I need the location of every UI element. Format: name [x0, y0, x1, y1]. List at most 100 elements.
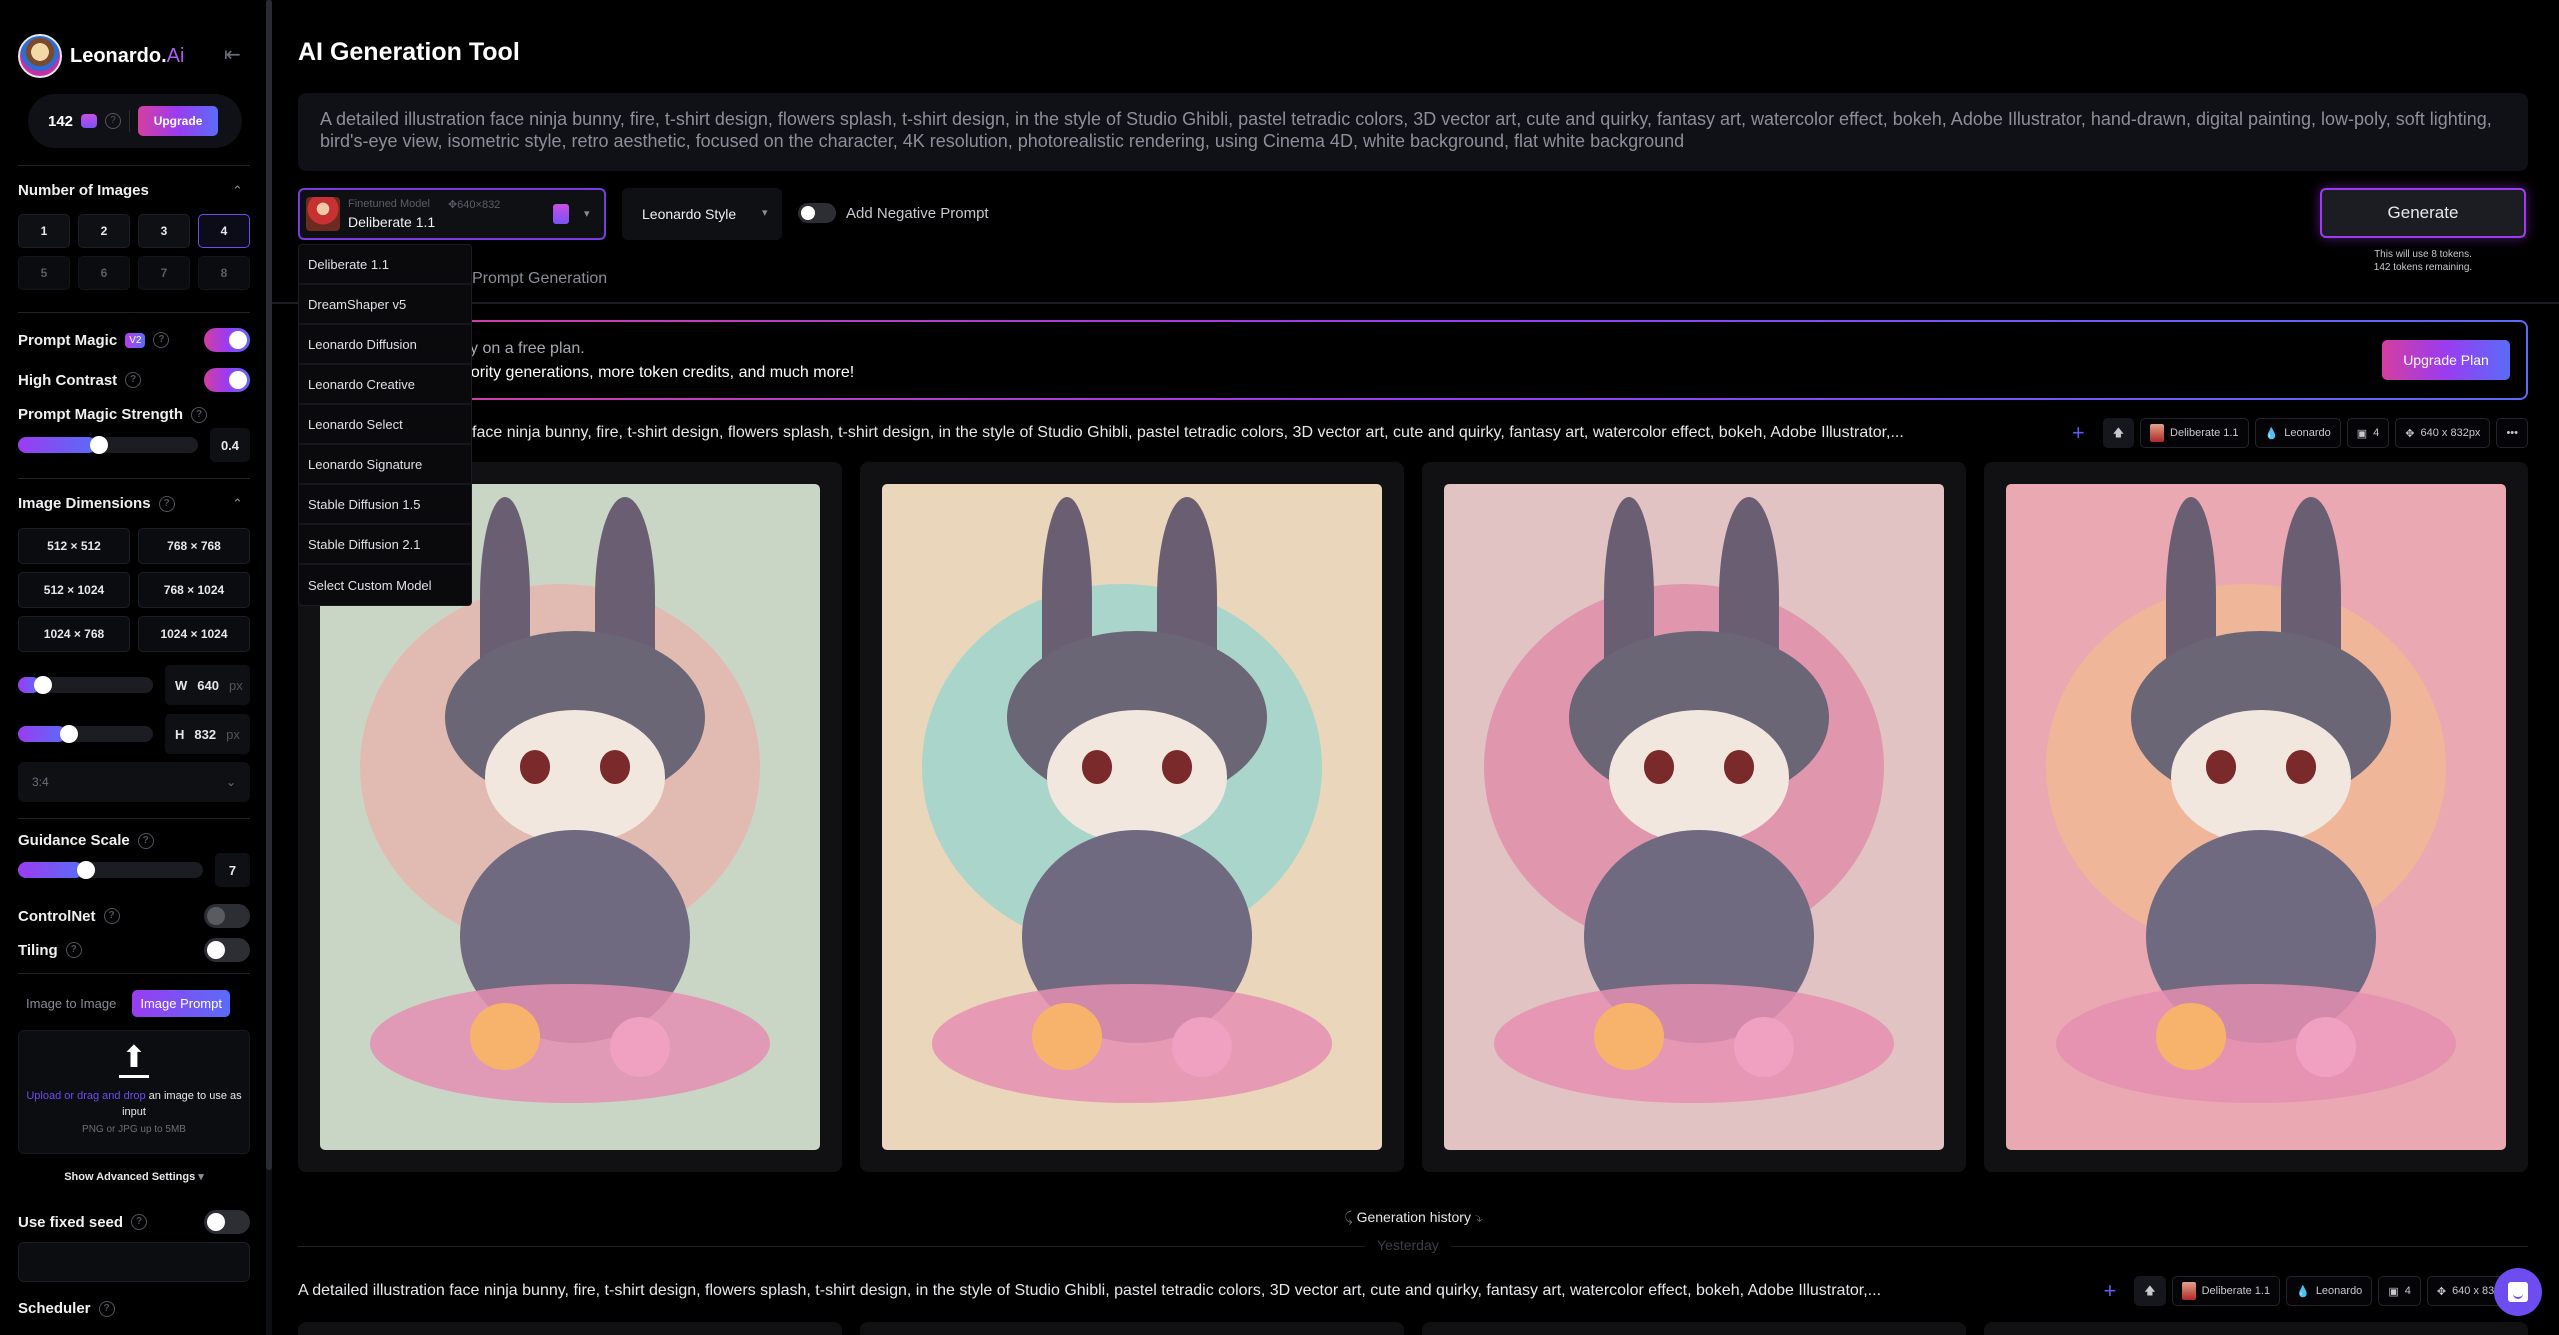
model-option[interactable]: Stable Diffusion 1.5: [299, 485, 471, 525]
model-option[interactable]: Leonardo Diffusion: [299, 325, 471, 365]
image-dropzone[interactable]: ⬆ Upload or drag and drop an image to us…: [18, 1030, 250, 1154]
style-select[interactable]: Leonardo Style ▾: [622, 188, 782, 240]
help-icon[interactable]: ?: [125, 372, 142, 388]
num-images-option-4[interactable]: 4: [198, 214, 250, 248]
drop-icon: 💧: [2296, 1285, 2310, 1298]
prompt-magic-toggle[interactable]: [204, 328, 250, 352]
size-chip: ✥ 640 x 832px: [2395, 418, 2491, 448]
num-images-option-5[interactable]: 5: [18, 256, 70, 290]
chat-support-button[interactable]: [2494, 1268, 2542, 1316]
help-icon[interactable]: ?: [137, 832, 154, 849]
seed-input[interactable]: [18, 1242, 250, 1282]
generated-image[interactable]: [1444, 484, 1944, 1150]
help-icon[interactable]: ?: [153, 332, 170, 348]
sidebar-scrollbar-thumb[interactable]: [266, 0, 272, 1170]
image-card[interactable]: [1984, 462, 2528, 1172]
model-select[interactable]: Finetuned Model ✥640×832 Deliberate 1.1 ▾: [298, 188, 606, 240]
image-card[interactable]: [1422, 1322, 1966, 1335]
collapse-sidebar-icon[interactable]: ⇤: [224, 42, 241, 67]
chevron-up-icon[interactable]: ⌃: [232, 183, 243, 199]
tab-prompt-generation[interactable]: Prompt Generation: [472, 270, 607, 288]
num-images-option-1[interactable]: 1: [18, 214, 70, 248]
negative-prompt-toggle[interactable]: [798, 203, 836, 223]
dimension-preset[interactable]: 512 × 512: [18, 528, 130, 564]
dimension-presets: 512 × 512 768 × 768 512 × 1024 768 × 1024 10…: [18, 528, 250, 652]
generation-row: face ninja bunny, fire, t-shirt design, …: [298, 418, 2528, 448]
show-advanced-settings[interactable]: Show Advanced Settings ▾: [0, 1170, 268, 1183]
plus-icon[interactable]: +: [2072, 420, 2085, 446]
generated-image[interactable]: [2006, 484, 2506, 1150]
logo[interactable]: Leonardo.Ai: [18, 34, 184, 78]
divider: [129, 110, 131, 132]
more-options-button[interactable]: •••: [2496, 418, 2528, 448]
image-card[interactable]: [860, 462, 1404, 1172]
model-option[interactable]: Leonardo Signature: [299, 445, 471, 485]
help-icon[interactable]: ?: [98, 1300, 115, 1317]
dimension-preset[interactable]: 1024 × 768: [18, 616, 130, 652]
tiling-toggle[interactable]: [204, 938, 250, 962]
num-images-option-2[interactable]: 2: [78, 214, 130, 248]
height-slider[interactable]: [18, 725, 153, 743]
pm-strength-value[interactable]: 0.4: [210, 428, 250, 462]
help-icon[interactable]: ?: [103, 908, 120, 924]
model-option[interactable]: Select Custom Model: [299, 565, 471, 605]
dimension-preset[interactable]: 768 × 768: [138, 528, 250, 564]
high-contrast-toggle[interactable]: [204, 368, 250, 392]
help-icon[interactable]: ?: [105, 113, 122, 129]
upgrade-button[interactable]: Upgrade: [138, 106, 219, 136]
dimension-preset[interactable]: 768 × 1024: [138, 572, 250, 608]
image-card[interactable]: [1422, 462, 1966, 1172]
model-option[interactable]: Deliberate 1.1: [299, 245, 471, 285]
guidance-scale-value[interactable]: 7: [215, 853, 250, 887]
token-pill: 142 ? Upgrade: [28, 94, 242, 148]
style-label: Leonardo Style: [642, 206, 737, 222]
model-option[interactable]: Stable Diffusion 2.1: [299, 525, 471, 565]
num-images-option-6[interactable]: 6: [78, 256, 130, 290]
image-card[interactable]: [1984, 1322, 2528, 1335]
generate-button[interactable]: Generate: [2320, 188, 2526, 238]
negative-prompt-row: Add Negative Prompt: [798, 203, 989, 223]
upscale-button[interactable]: 🡅: [2134, 1276, 2166, 1306]
help-icon[interactable]: ?: [191, 406, 208, 423]
v2-badge: V2: [125, 332, 146, 348]
dimension-preset[interactable]: 1024 × 1024: [138, 616, 250, 652]
token-count: 142: [48, 112, 74, 130]
image-card[interactable]: [860, 1322, 1404, 1335]
aspect-ratio-select[interactable]: 3:4 ⌄: [18, 762, 250, 802]
help-icon[interactable]: ?: [158, 495, 175, 512]
tab-image-prompt[interactable]: Image Prompt: [132, 990, 230, 1017]
help-icon[interactable]: ?: [65, 942, 82, 958]
generated-image[interactable]: [882, 484, 1382, 1150]
upscale-button[interactable]: 🡅: [2102, 418, 2135, 448]
model-info-icon[interactable]: [553, 204, 569, 224]
model-dims: ✥640×832: [447, 199, 501, 211]
dimension-preset[interactable]: 512 × 1024: [18, 572, 130, 608]
model-option[interactable]: Leonardo Select: [299, 405, 471, 445]
tabs-divider: [272, 302, 2559, 304]
guidance-scale-slider[interactable]: [18, 861, 203, 879]
coins-icon: [81, 114, 98, 128]
plus-icon[interactable]: +: [2103, 1278, 2116, 1304]
arrow-icon: ⤵: [1474, 1209, 1483, 1225]
width-input[interactable]: W 640 px: [165, 665, 250, 705]
num-images-option-7[interactable]: 7: [138, 256, 190, 290]
pm-strength-slider[interactable]: [18, 436, 198, 454]
height-input[interactable]: H 832 px: [165, 714, 250, 754]
upgrade-plan-button[interactable]: Upgrade Plan: [2382, 340, 2510, 380]
prompt-input[interactable]: A detailed illustration face ninja bunny…: [298, 93, 2528, 171]
tiling-row: Tiling?: [18, 938, 250, 962]
generation-history-header: ⤹ Generation history ⤵: [0, 1209, 2559, 1226]
generation-prompt: A detailed illustration face ninja bunny…: [298, 1282, 1882, 1299]
guidance-scale-title: Guidance Scale?: [18, 832, 154, 849]
model-option[interactable]: Leonardo Creative: [299, 365, 471, 405]
num-images-option-3[interactable]: 3: [138, 214, 190, 248]
caret-down-icon: ▾: [584, 208, 590, 220]
image-card[interactable]: [298, 1322, 842, 1335]
model-option[interactable]: DreamShaper v5: [299, 285, 471, 325]
tab-image-to-image[interactable]: Image to Image: [18, 990, 124, 1017]
upload-link[interactable]: Upload or drag and drop: [26, 1090, 145, 1102]
width-slider[interactable]: [18, 676, 153, 694]
num-images-option-8[interactable]: 8: [198, 256, 250, 290]
controlnet-toggle[interactable]: [204, 904, 250, 928]
chevron-up-icon[interactable]: ⌃: [232, 496, 243, 512]
